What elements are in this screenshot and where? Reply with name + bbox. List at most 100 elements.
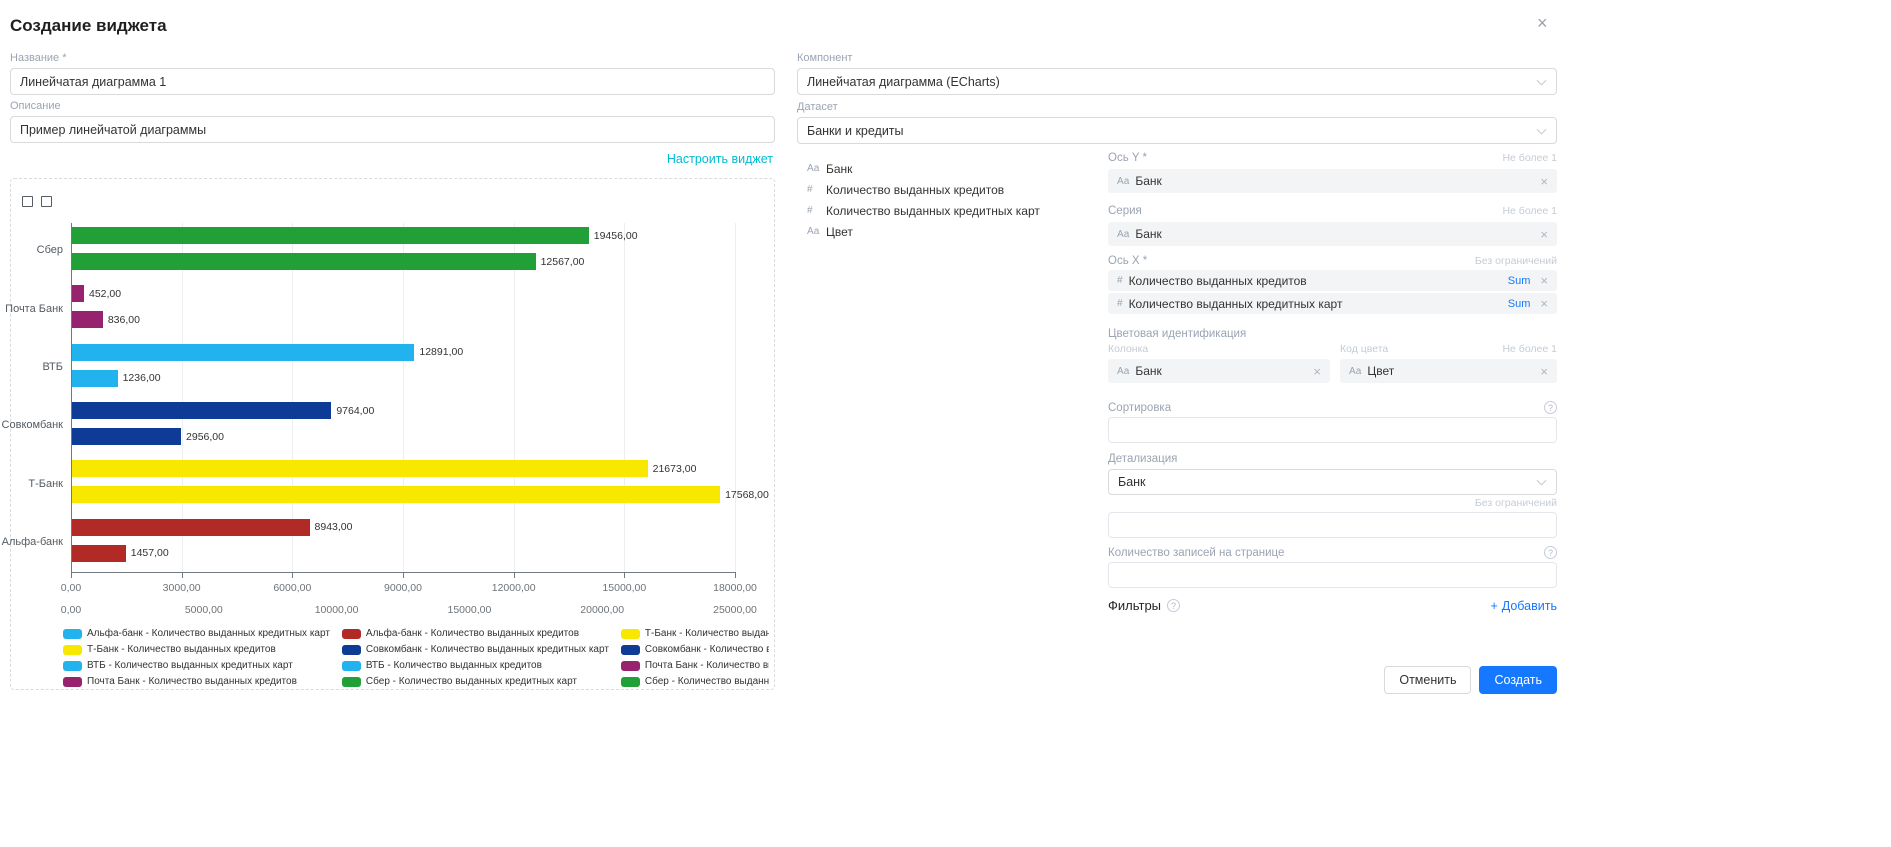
remove-icon[interactable]: ×: [1540, 274, 1548, 287]
string-type-icon: Аа: [1117, 229, 1129, 240]
bar[interactable]: [72, 428, 181, 445]
bar[interactable]: [72, 545, 126, 562]
legend-item[interactable]: Альфа-банк - Количество выданных кредито…: [342, 628, 609, 639]
color-column-chip[interactable]: Аа Банк ×: [1108, 359, 1330, 383]
component-select[interactable]: Линейчатая диаграмма (ECharts): [797, 68, 1557, 95]
help-icon[interactable]: ?: [1544, 401, 1557, 414]
legend-item[interactable]: Почта Банк - Количество выданных кредитн…: [621, 660, 769, 671]
configure-widget-link[interactable]: Настроить виджет: [667, 152, 773, 166]
y-axis-category-label: Совкомбанк: [2, 419, 63, 431]
remove-icon[interactable]: ×: [1540, 175, 1548, 188]
bar[interactable]: [72, 344, 414, 361]
x-axis-tick-label: 15000,00: [602, 582, 646, 594]
help-icon[interactable]: ?: [1544, 546, 1557, 559]
bar[interactable]: [72, 486, 720, 503]
bar[interactable]: [72, 253, 536, 270]
series-chip[interactable]: Аа Банк ×: [1108, 222, 1557, 246]
dataset-field-cards[interactable]: # Количество выданных кредитных карт: [807, 200, 1097, 221]
bar[interactable]: [72, 460, 648, 477]
add-filter-link[interactable]: + Добавить: [1490, 599, 1557, 613]
bar[interactable]: [72, 402, 331, 419]
legend-label: Почта Банк - Количество выданных кредитн…: [645, 660, 769, 671]
series-hint: Не более 1: [1502, 205, 1557, 217]
bar-value-label: 17568,00: [725, 489, 769, 501]
gridline: [514, 223, 515, 573]
color-code-label: Код цвета: [1340, 343, 1388, 355]
sorting-input[interactable]: [1108, 417, 1557, 443]
chart-legend: Альфа-банк - Количество выданных кредитн…: [63, 628, 769, 687]
legend-item[interactable]: Совкомбанк - Количество выданных кредитн…: [342, 644, 609, 655]
legend-marker-icon: [621, 629, 640, 639]
legend-item[interactable]: Т-Банк - Количество выданных кредитов: [63, 644, 330, 655]
axis-tick: [514, 573, 515, 578]
x-axis-tick-label: 0,00: [61, 582, 81, 594]
axis-x-chip-cards[interactable]: # Количество выданных кредитных карт Sum…: [1108, 293, 1557, 314]
name-input[interactable]: [10, 68, 775, 95]
legend-item[interactable]: Совкомбанк - Количество выданных кредито…: [621, 644, 769, 655]
dataset-select[interactable]: Банки и кредиты: [797, 117, 1557, 144]
left-column: Название * Описание Настроить виджет Сбе…: [10, 50, 775, 690]
y-axis-category-label: Альфа-банк: [2, 536, 63, 548]
widget-config: Ось Y * Не более 1 Аа Банк × Серия Не бо…: [1108, 150, 1557, 670]
bar-value-label: 836,00: [108, 314, 140, 326]
legend-marker-icon: [621, 677, 640, 687]
records-per-page-section: Количество записей на странице ?: [1108, 546, 1557, 588]
sorting-section: Сортировка ?: [1108, 401, 1557, 443]
close-icon[interactable]: ×: [1537, 14, 1548, 32]
legend-label: Сбер - Количество выданных кредитных кар…: [366, 676, 577, 687]
create-button[interactable]: Создать: [1479, 666, 1557, 694]
axis-y-chip[interactable]: Аа Банк ×: [1108, 169, 1557, 193]
bar[interactable]: [72, 311, 103, 328]
legend-marker-icon: [621, 645, 640, 655]
legend-item[interactable]: ВТБ - Количество выданных кредитов: [342, 660, 609, 671]
axis-x-chip-credits[interactable]: # Количество выданных кредитов Sum ×: [1108, 270, 1557, 291]
cancel-button[interactable]: Отменить: [1384, 666, 1471, 694]
description-input[interactable]: [10, 116, 775, 143]
legend-item[interactable]: Почта Банк - Количество выданных кредито…: [63, 676, 330, 687]
filters-section: Фильтры ? + Добавить: [1108, 598, 1557, 613]
axis-tick: [292, 573, 293, 578]
legend-item[interactable]: Сбер - Количество выданных кредитов: [621, 676, 769, 687]
legend-label: ВТБ - Количество выданных кредитов: [366, 660, 542, 671]
plus-icon: +: [1490, 599, 1497, 613]
remove-icon[interactable]: ×: [1540, 365, 1548, 378]
limit-input[interactable]: [1108, 512, 1557, 538]
legend-marker-icon: [63, 645, 82, 655]
legend-label: ВТБ - Количество выданных кредитных карт: [87, 660, 293, 671]
aggregation-sum-link[interactable]: Sum: [1508, 275, 1531, 287]
detail-value: Банк: [1118, 475, 1146, 489]
legend-item[interactable]: Альфа-банк - Количество выданных кредитн…: [63, 628, 330, 639]
x-axis-tick-label: 0,00: [61, 604, 81, 616]
dataset-field-bank[interactable]: Аа Банк: [807, 158, 1097, 179]
legend-item[interactable]: Сбер - Количество выданных кредитных кар…: [342, 676, 609, 687]
y-axis-category-label: ВТБ: [42, 361, 63, 373]
dataset-field-credits[interactable]: # Количество выданных кредитов: [807, 179, 1097, 200]
bar[interactable]: [72, 370, 118, 387]
remove-icon[interactable]: ×: [1540, 228, 1548, 241]
remove-icon[interactable]: ×: [1313, 365, 1321, 378]
legend-marker-icon: [63, 661, 82, 671]
data-view-icon[interactable]: [41, 196, 52, 207]
number-type-icon: #: [1117, 298, 1123, 309]
x-axis-tick-label: 10000,00: [315, 604, 359, 616]
remove-icon[interactable]: ×: [1540, 297, 1548, 310]
bar[interactable]: [72, 519, 310, 536]
bar[interactable]: [72, 285, 84, 302]
page-title: Создание виджета: [10, 16, 167, 36]
field-name: Цвет: [826, 225, 853, 239]
bar-value-label: 2956,00: [186, 431, 224, 443]
legend-marker-icon: [342, 645, 361, 655]
aggregation-sum-link[interactable]: Sum: [1508, 298, 1531, 310]
detail-select[interactable]: Банк: [1108, 469, 1557, 495]
series-section: Серия Не более 1 Аа Банк ×: [1108, 205, 1557, 246]
bar[interactable]: [72, 227, 589, 244]
dataset-field-color[interactable]: Аа Цвет: [807, 221, 1097, 242]
x-axis-tick-label: 5000,00: [185, 604, 223, 616]
help-icon[interactable]: ?: [1167, 599, 1180, 612]
records-per-page-input[interactable]: [1108, 562, 1557, 588]
legend-item[interactable]: Т-Банк - Количество выданных кредитных к…: [621, 628, 769, 639]
legend-item[interactable]: ВТБ - Количество выданных кредитных карт: [63, 660, 330, 671]
legend-marker-icon: [342, 677, 361, 687]
color-code-chip[interactable]: Аа Цвет ×: [1340, 359, 1557, 383]
save-as-image-icon[interactable]: [22, 196, 33, 207]
